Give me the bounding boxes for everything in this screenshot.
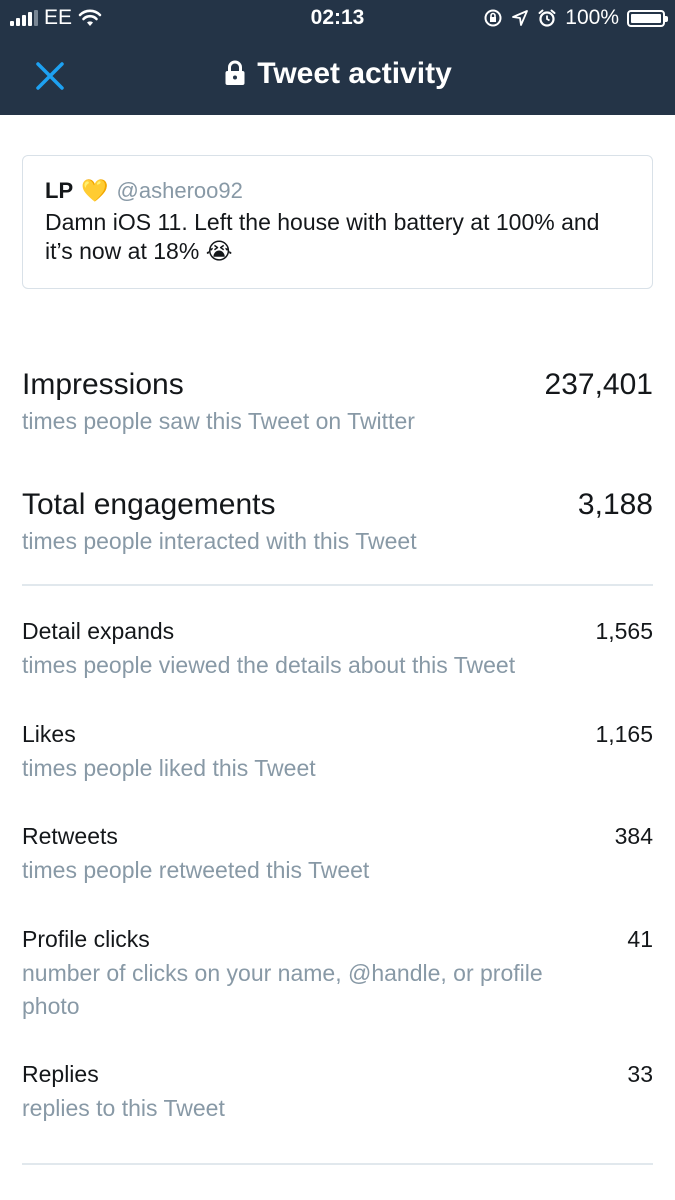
metric-value: 237,401 (544, 368, 653, 401)
section-divider (22, 584, 653, 586)
page-title: Tweet activity (257, 57, 452, 90)
metric-value: 33 (627, 1061, 653, 1087)
metric-description: number of clicks on your name, @handle, … (22, 960, 543, 1019)
metric-label: Total engagements (22, 488, 276, 521)
metric-label: Likes (22, 721, 76, 747)
metric-value: 1,565 (595, 618, 653, 644)
metric-impressions: Impressions 237,401 times people saw thi… (22, 368, 653, 435)
alarm-icon (538, 9, 556, 27)
battery-icon (627, 9, 668, 27)
status-right: 100% (483, 6, 668, 30)
lock-icon (225, 60, 245, 86)
metric-value: 41 (627, 926, 653, 952)
metric-description: times people saw this Tweet on Twitter (22, 408, 415, 434)
metric-value: 3,188 (577, 488, 653, 521)
battery-percent: 100% (565, 6, 619, 29)
metric-label: Retweets (22, 823, 118, 849)
metric-profile-clicks: Profile clicks 41 number of clicks on yo… (22, 926, 653, 1023)
metric-value: 1,165 (595, 721, 653, 747)
metric-retweets: Retweets 384 times people retweeted this… (22, 823, 653, 887)
nav-header: EE 02:13 100% Tweet activity (0, 0, 675, 115)
orientation-lock-icon (484, 9, 502, 27)
tweet-text: Damn iOS 11. Left the house with battery… (45, 209, 600, 264)
tweet-card[interactable]: LP 💛 @asheroo92 Damn iOS 11. Left the ho… (22, 155, 653, 289)
metric-description: times people retweeted this Tweet (22, 857, 370, 883)
tweet-author-name: LP (45, 178, 74, 203)
location-icon (512, 10, 529, 26)
metric-description: times people liked this Tweet (22, 755, 316, 781)
metric-detail-expands: Detail expands 1,565 times people viewed… (22, 618, 653, 682)
tweet-header: LP 💛 @asheroo92 (45, 178, 630, 204)
metric-label: Profile clicks (22, 926, 150, 952)
metric-description: times people interacted with this Tweet (22, 528, 417, 554)
page-title-container: Tweet activity (0, 57, 675, 91)
metric-total-engagements: Total engagements 3,188 times people int… (22, 488, 653, 555)
metric-label: Detail expands (22, 618, 175, 644)
bottom-divider (22, 1163, 653, 1165)
metric-replies: Replies 33 replies to this Tweet (22, 1061, 653, 1125)
metric-description: times people viewed the details about th… (22, 652, 516, 678)
status-bar: EE 02:13 100% (0, 0, 675, 36)
metric-label: Replies (22, 1061, 99, 1087)
metric-description: replies to this Tweet (22, 1095, 225, 1121)
metric-likes: Likes 1,165 times people liked this Twee… (22, 721, 653, 785)
tweet-author-handle: @asheroo92 (116, 178, 243, 203)
yellow-heart-icon: 💛 (81, 178, 109, 203)
metric-value: 384 (614, 823, 653, 849)
